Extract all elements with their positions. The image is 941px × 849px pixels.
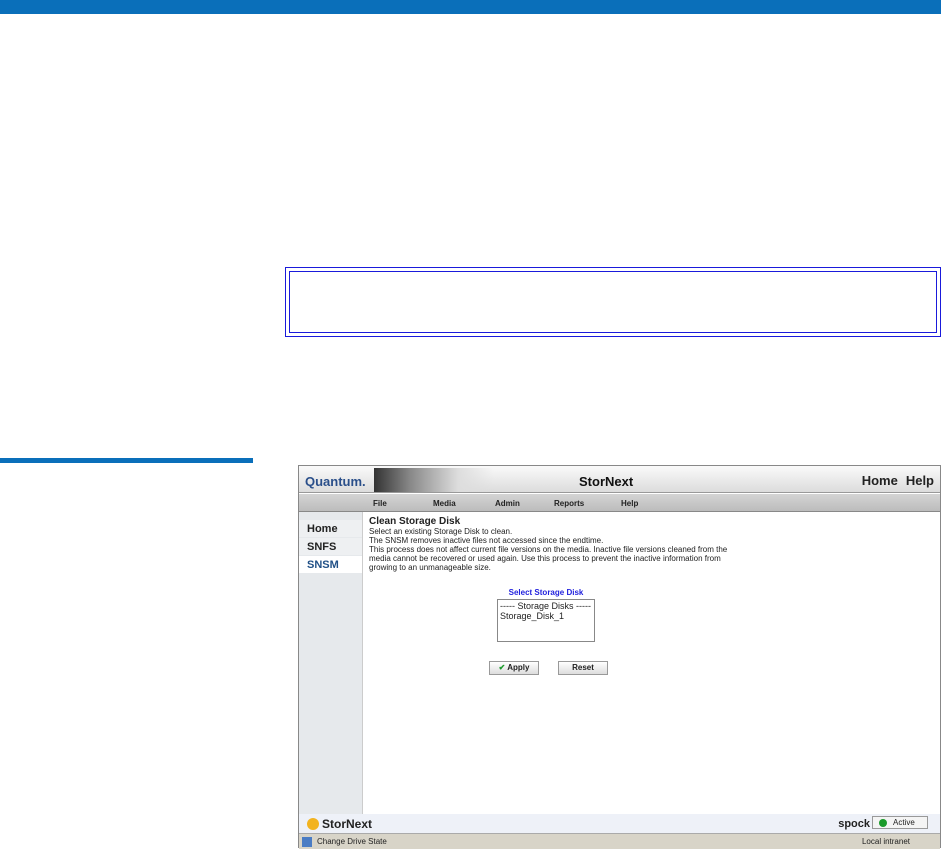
zone-text: Local intranet xyxy=(861,837,910,846)
sidebar-item-snfs[interactable]: SNFS xyxy=(299,538,362,555)
menu-bar: File Media Admin Reports Help xyxy=(299,494,940,512)
home-link[interactable]: Home xyxy=(862,473,898,488)
status-text: Change Drive State xyxy=(317,837,387,846)
description: Select an existing Storage Disk to clean… xyxy=(369,527,513,536)
stornext-logo-icon xyxy=(307,818,319,830)
description: growing to an unmanageable size. xyxy=(369,563,491,572)
reset-button[interactable]: Reset xyxy=(558,661,608,675)
menu-admin[interactable]: Admin xyxy=(495,499,520,508)
page-icon xyxy=(302,837,312,847)
storage-disk-select: Select Storage Disk ----- Storage Disks … xyxy=(497,588,595,642)
main-content: Clean Storage Disk Select an existing St… xyxy=(369,516,929,572)
stornext-screenshot: Quantum. StorNext Home Help File Media Ad… xyxy=(298,465,941,849)
menu-file[interactable]: File xyxy=(373,499,387,508)
page-title: Clean Storage Disk xyxy=(369,516,461,527)
sidebar-item-home[interactable]: Home xyxy=(299,520,362,537)
section-rule xyxy=(0,458,253,463)
header-image xyxy=(374,468,494,492)
help-link[interactable]: Help xyxy=(906,473,934,488)
menu-media[interactable]: Media xyxy=(433,499,456,508)
apply-button[interactable]: ✔ Apply xyxy=(489,661,539,675)
select-label: Select Storage Disk xyxy=(508,588,584,597)
menu-help[interactable]: Help xyxy=(621,499,638,508)
description: The SNSM removes inactive files not acce… xyxy=(369,536,604,545)
list-option[interactable]: Storage_Disk_1 xyxy=(500,611,592,621)
top-rule xyxy=(0,0,941,14)
sidebar-item-snsm[interactable]: SNSM xyxy=(299,556,362,573)
check-icon: ✔ xyxy=(498,663,506,672)
footer: StorNext spock Active xyxy=(299,814,940,833)
note-box xyxy=(285,267,941,337)
header: Quantum. StorNext Home Help xyxy=(299,466,940,493)
stornext-logo: StorNext xyxy=(307,817,372,831)
status-badge[interactable]: Active xyxy=(872,816,928,829)
host-name: spock xyxy=(838,818,870,830)
menu-reports[interactable]: Reports xyxy=(554,499,584,508)
storage-disk-listbox[interactable]: ----- Storage Disks ----- Storage_Disk_1 xyxy=(497,599,595,642)
quantum-logo: Quantum. xyxy=(305,474,366,489)
description: media cannot be recovered or used again.… xyxy=(369,554,721,563)
sidebar: Home SNFS SNSM xyxy=(299,512,363,814)
browser-status-bar: Change Drive State Local intranet xyxy=(299,833,940,849)
description: This process does not affect current fil… xyxy=(369,545,728,554)
list-option[interactable]: ----- Storage Disks ----- xyxy=(500,601,592,611)
status-dot-icon xyxy=(879,819,887,827)
app-title: StorNext xyxy=(579,474,634,489)
